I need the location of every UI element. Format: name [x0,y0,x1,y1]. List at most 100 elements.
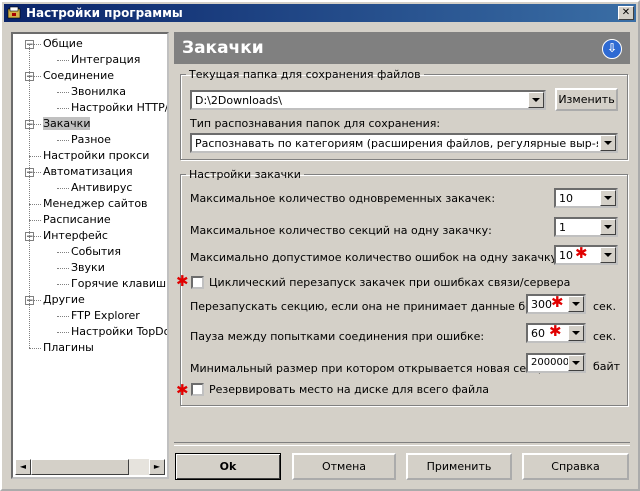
tree-item[interactable]: Звуки [71,261,105,275]
restart-section-unit: сек. [593,300,616,313]
chevron-down-icon[interactable] [600,190,616,206]
required-star-icon: ✱ [575,244,588,262]
max-errors-value: 10 [559,249,573,262]
tree-connector [29,348,41,349]
scroll-thumb[interactable] [31,459,129,475]
tree-item-label: Настройки HTTP/FTP [71,101,169,114]
chevron-down-icon[interactable] [528,92,544,108]
chevron-down-icon[interactable] [568,296,584,312]
max-sections-value: 1 [559,221,566,234]
tree-item[interactable]: Менеджер сайтов [43,197,148,211]
ok-button[interactable]: Ok [175,453,281,480]
chevron-down-icon[interactable] [568,355,584,371]
max-downloads-label: Максимальное количество одновременных за… [190,192,496,205]
tree-item[interactable]: Настройки HTTP/FTP [71,101,169,115]
tree-item[interactable]: Другие [43,293,85,307]
tree-item[interactable]: Соединение [43,69,114,83]
min-size-combo[interactable]: 200000 [526,353,586,373]
tree-item-label: Плагины [43,341,94,354]
min-size-value: 200000 [531,357,570,368]
download-info-icon[interactable]: ⇩ [602,39,622,59]
bottom-separator [174,442,630,446]
tree-item-label: Соединение [43,69,115,82]
tree-item[interactable]: Расписание [43,213,111,227]
tree-connector [57,252,69,253]
tree-connector [57,316,69,317]
apply-button[interactable]: Применить [406,453,512,480]
max-sections-label: Максимальное количество секций на одну з… [190,224,492,237]
min-size-label: Минимальный размер при котором открывает… [190,362,558,375]
close-button[interactable]: ✕ [618,6,634,20]
reserve-space-checkbox[interactable] [191,383,204,396]
tree-item[interactable]: Общие [43,37,83,51]
tree-item-label: Менеджер сайтов [43,197,148,210]
tree-item-label: Звуки [71,261,105,274]
reserve-space-label: Резервировать место на диске для всего ф… [209,383,489,396]
change-folder-button[interactable]: Изменить [555,88,618,111]
tree-item[interactable]: Антивирус [71,181,132,195]
tree-item-label: Расписание [43,213,111,226]
tree-item[interactable]: Настройки TopDownloader [71,325,167,339]
chevron-down-icon[interactable] [568,325,584,341]
tree-item[interactable]: События [71,245,121,259]
chevron-down-icon[interactable] [600,247,616,263]
cancel-button[interactable]: Отмена [292,453,396,480]
restart-section-label: Перезапускать секцию, если она не приним… [190,300,557,313]
help-button[interactable]: Справка [522,453,629,480]
app-icon [7,6,21,19]
max-downloads-combo[interactable]: 10 [554,188,618,208]
page-header: Закачки ⇩ [174,32,630,64]
chevron-down-icon[interactable] [600,219,616,235]
tree-connector [57,188,69,189]
tree-item-label: Звонилка [71,85,127,98]
max-sections-combo[interactable]: 1 [554,217,618,237]
required-star-icon: ✱ [549,322,562,340]
tree-item-label: События [71,245,122,258]
tree-item[interactable]: Интерфейс [43,229,108,243]
download-settings-legend: Настройки закачки [189,168,301,181]
pause-label: Пауза между попытками соединения при оши… [190,330,485,343]
recognition-type-label: Тип распознавания папок для сохранения: [190,117,441,130]
restart-section-value: 300 [531,298,552,311]
chevron-down-icon[interactable] [600,135,616,151]
scroll-left-icon[interactable]: ◄ [15,459,31,475]
tree-item-label: Общие [43,37,83,50]
tree-item-label: Закачки [43,117,91,130]
tree-item[interactable]: Звонилка [71,85,126,99]
tree-item[interactable]: Настройки прокси [43,149,149,163]
tree-connector [29,220,41,221]
tree-connector [57,268,69,269]
tree-connector [29,156,41,157]
cyclic-restart-checkbox[interactable] [191,276,204,289]
recognition-type-value: Распознавать по категориям (расширения ф… [195,137,598,150]
page-title: Закачки [182,38,264,58]
tree-item[interactable]: Интеграция [71,53,140,67]
tree-connector [57,108,69,109]
settings-tree[interactable]: Общие − Интеграция Соединение − Звонилка Настр… [11,32,169,479]
required-star-icon: ✱ [176,381,189,399]
recognition-type-combo[interactable]: Распознавать по категориям (расширения ф… [190,133,618,153]
tree-item-label: Горячие клавиши [71,277,169,290]
tree-item-label: Другие [43,293,85,306]
settings-window: Настройки программы ✕ Общие − Интеграция Со… [0,0,640,491]
tree-item-label: Автоматизация [43,165,133,178]
tree-item[interactable]: FTP Explorer [71,309,140,323]
save-folder-combo[interactable]: D:\2Downloads\ [190,90,546,110]
tree-item[interactable]: Разное [71,133,111,147]
required-star-icon: ✱ [176,272,189,290]
tree-connector [57,140,69,141]
tree-item-label: Настройки прокси [43,149,150,162]
max-downloads-value: 10 [559,192,573,205]
tree-connector [57,284,69,285]
tree-item[interactable]: Горячие клавиши [71,277,169,291]
window-title: Настройки программы [26,6,183,20]
tree-item[interactable]: Автоматизация [43,165,133,179]
tree-horizontal-scrollbar[interactable]: ◄ ► [15,459,165,475]
tree-item-label: FTP Explorer [71,309,140,322]
pause-unit: сек. [593,330,616,343]
tree-item-label: Антивирус [71,181,133,194]
scroll-right-icon[interactable]: ► [149,459,165,475]
tree-item[interactable]: Закачки [43,117,91,131]
tree-item[interactable]: Плагины [43,341,94,355]
title-bar[interactable]: Настройки программы ✕ [4,4,636,22]
